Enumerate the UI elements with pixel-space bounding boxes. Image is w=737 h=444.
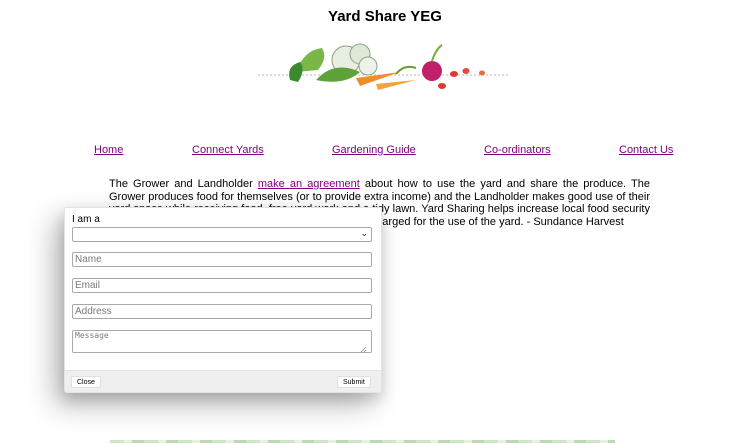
chevron-down-icon: ⌄ (360, 228, 368, 238)
role-label: I am a (72, 214, 100, 225)
dialog-footer: Close Submit (65, 370, 381, 392)
modal-overlay: I am a ⌄ Close Submit (0, 0, 737, 444)
email-input[interactable] (72, 278, 372, 293)
resize-grip-icon[interactable] (359, 345, 367, 353)
submit-button[interactable]: Submit (337, 376, 371, 388)
close-button[interactable]: Close (71, 376, 101, 388)
role-select[interactable]: ⌄ (72, 227, 372, 242)
address-input[interactable] (72, 304, 372, 319)
yard-share-form-dialog: I am a ⌄ Close Submit (64, 207, 382, 393)
name-input[interactable] (72, 252, 372, 267)
message-textarea[interactable] (72, 330, 372, 353)
